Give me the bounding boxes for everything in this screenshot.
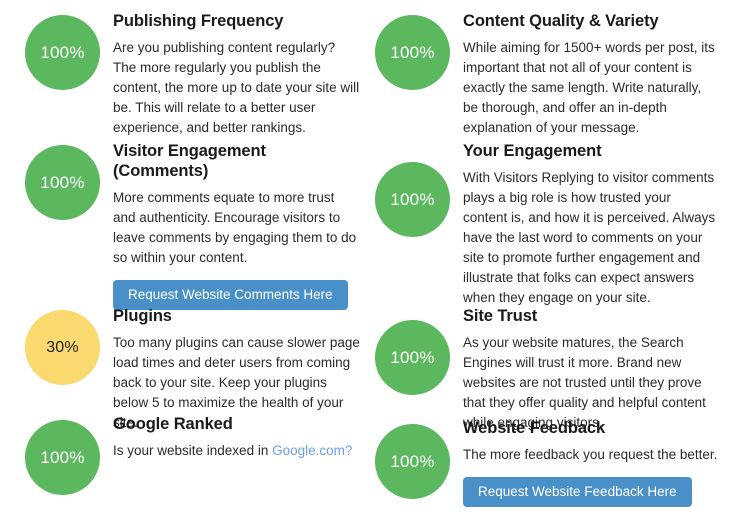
item-title: Website Feedback: [463, 419, 606, 437]
item-content: Site Trust As your website matures, the …: [463, 307, 718, 433]
item-content: Visitor Engagement (Comments) More comme…: [113, 142, 360, 310]
website-health-checklist: 100% Publishing Frequency Are you publis…: [0, 0, 731, 520]
score-bubble-plugins: 30%: [25, 310, 100, 385]
score-value: 100%: [390, 43, 435, 62]
google-com-link[interactable]: Google.com?: [272, 443, 352, 458]
item-title: Visitor Engagement (Comments): [113, 142, 266, 180]
item-description: As your website matures, the Search Engi…: [463, 334, 706, 430]
item-title: Site Trust: [463, 307, 538, 325]
item-description: More comments equate to more trust and a…: [113, 189, 357, 265]
item-description-text: Is your website indexed in: [113, 442, 273, 458]
checklist-column-left: 100% Publishing Frequency Are you publis…: [0, 0, 360, 520]
score-bubble-visitor-engagement: 100%: [25, 145, 100, 220]
score-value: 100%: [40, 448, 85, 467]
score-value: 100%: [40, 43, 85, 62]
item-content: Website Feedback The more feedback you r…: [463, 419, 718, 507]
request-website-comments-button[interactable]: Request Website Comments Here: [113, 279, 348, 310]
item-content: Google Ranked Is your website indexed in…: [113, 415, 360, 461]
score-value: 100%: [40, 173, 85, 192]
item-description: The more feedback you request the better…: [463, 446, 718, 462]
item-description: While aiming for 1500+ words per post, i…: [463, 39, 715, 135]
item-content: Your Engagement With Visitors Replying t…: [463, 142, 718, 308]
score-bubble-website-feedback: 100%: [375, 424, 450, 499]
score-value: 100%: [390, 190, 435, 209]
item-title: Content Quality & Variety: [463, 12, 659, 30]
item-content: Publishing Frequency Are you publishing …: [113, 12, 360, 138]
item-title: Your Engagement: [463, 142, 602, 160]
score-bubble-your-engagement: 100%: [375, 162, 450, 237]
request-website-feedback-button[interactable]: Request Website Feedback Here: [463, 476, 692, 507]
score-bubble-publishing-frequency: 100%: [25, 15, 100, 90]
item-description: Is your website indexed in Google.com?: [113, 441, 360, 461]
item-content: Content Quality & Variety While aiming f…: [463, 12, 718, 138]
score-value: 30%: [46, 338, 79, 356]
item-title: Publishing Frequency: [113, 12, 284, 30]
item-title: Plugins: [113, 307, 172, 325]
checklist-column-right: 100% Content Quality & Variety While aim…: [360, 0, 720, 520]
score-bubble-content-quality: 100%: [375, 15, 450, 90]
score-bubble-google-ranked: 100%: [25, 420, 100, 495]
score-bubble-site-trust: 100%: [375, 320, 450, 395]
item-content: Plugins Too many plugins can cause slowe…: [113, 307, 360, 433]
score-value: 100%: [390, 452, 435, 471]
item-description: With Visitors Replying to visitor commen…: [463, 169, 716, 305]
item-title: Google Ranked: [113, 415, 233, 433]
item-description: Are you publishing content regularly? Th…: [113, 39, 360, 135]
score-value: 100%: [390, 348, 435, 367]
